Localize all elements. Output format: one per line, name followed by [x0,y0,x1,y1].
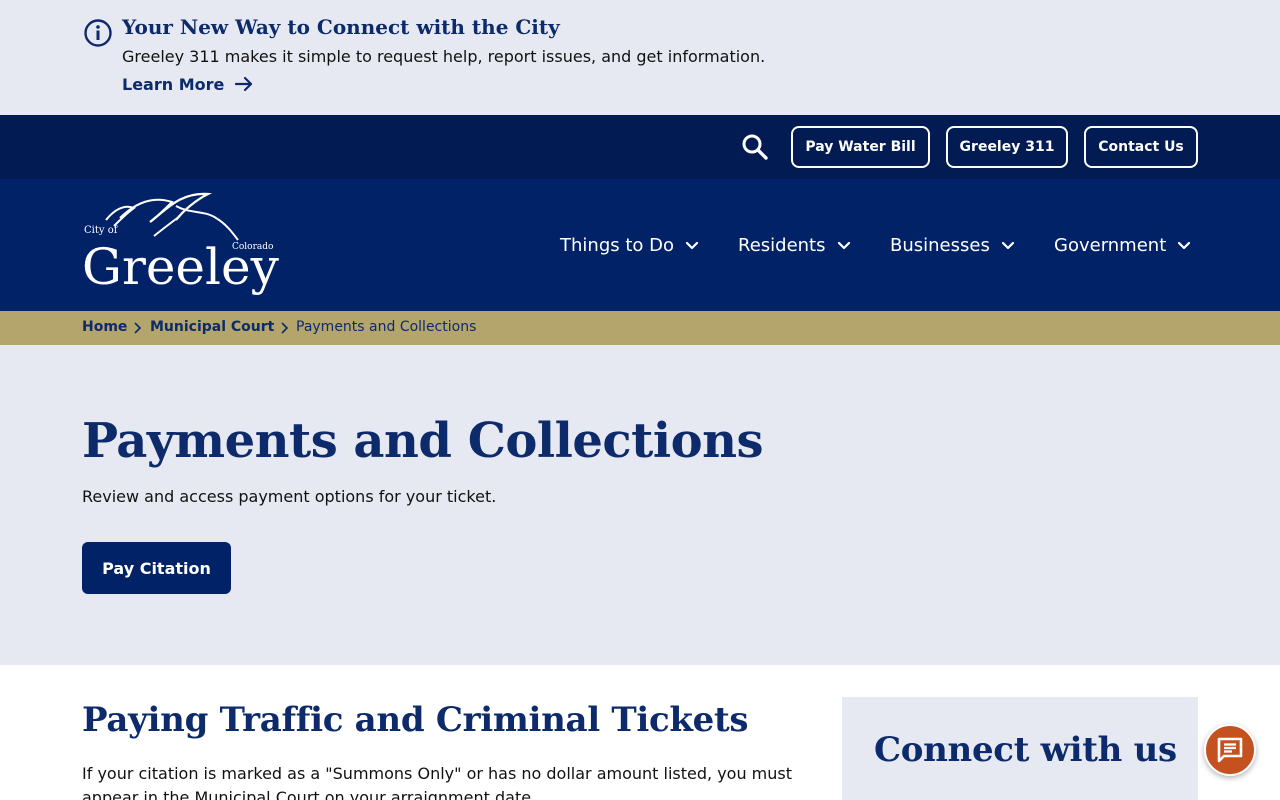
nav-label: Businesses [890,234,990,256]
pay-water-bill-button[interactable]: Pay Water Bill [791,126,930,168]
page-title: Payments and Collections [82,413,764,469]
logo-city-of: City of [84,225,119,236]
alert-title: Your New Way to Connect with the City [122,15,560,39]
city-of-greeley-logo[interactable]: City of Colorado Greeley [80,188,280,300]
chevron-down-icon [1178,241,1191,250]
breadcrumb-current: Payments and Collections [296,319,477,335]
page-subtitle: Review and access payment options for yo… [82,487,497,506]
arrow-right-icon [235,76,253,92]
alert-text: Greeley 311 makes it simple to request h… [122,47,766,66]
nav-businesses[interactable]: Businesses [890,232,1016,258]
chevron-down-icon [685,241,699,250]
nav-things-to-do[interactable]: Things to Do [560,232,700,258]
chevron-right-icon [281,322,289,334]
greeley-311-button[interactable]: Greeley 311 [946,126,1068,168]
chevron-right-icon [134,322,142,334]
breadcrumb-home[interactable]: Home [82,319,127,335]
section-title: Paying Traffic and Criminal Tickets [82,700,749,740]
breadcrumb-municipal-court[interactable]: Municipal Court [150,319,274,335]
chevron-down-icon [1001,241,1014,250]
section-body: If your citation is marked as a "Summons… [82,764,793,800]
info-icon [84,19,112,47]
connect-title: Connect with us [874,730,1177,770]
alert-banner: Your New Way to Connect with the City Gr… [0,0,1280,115]
chevron-down-icon [837,241,850,250]
chat-button[interactable] [1204,724,1256,776]
contact-us-button[interactable]: Contact Us [1084,126,1198,168]
nav-label: Residents [738,234,826,256]
nav-residents[interactable]: Residents [738,232,852,258]
chat-icon [1217,737,1243,763]
learn-more-label: Learn More [122,74,225,94]
nav-label: Government [1054,234,1167,256]
search-icon[interactable] [740,132,770,162]
nav-government[interactable]: Government [1054,232,1192,258]
pay-citation-button[interactable]: Pay Citation [82,542,231,594]
nav-label: Things to Do [560,234,675,256]
learn-more-link[interactable]: Learn More [122,74,254,94]
logo-wordmark: Greeley [82,238,280,296]
